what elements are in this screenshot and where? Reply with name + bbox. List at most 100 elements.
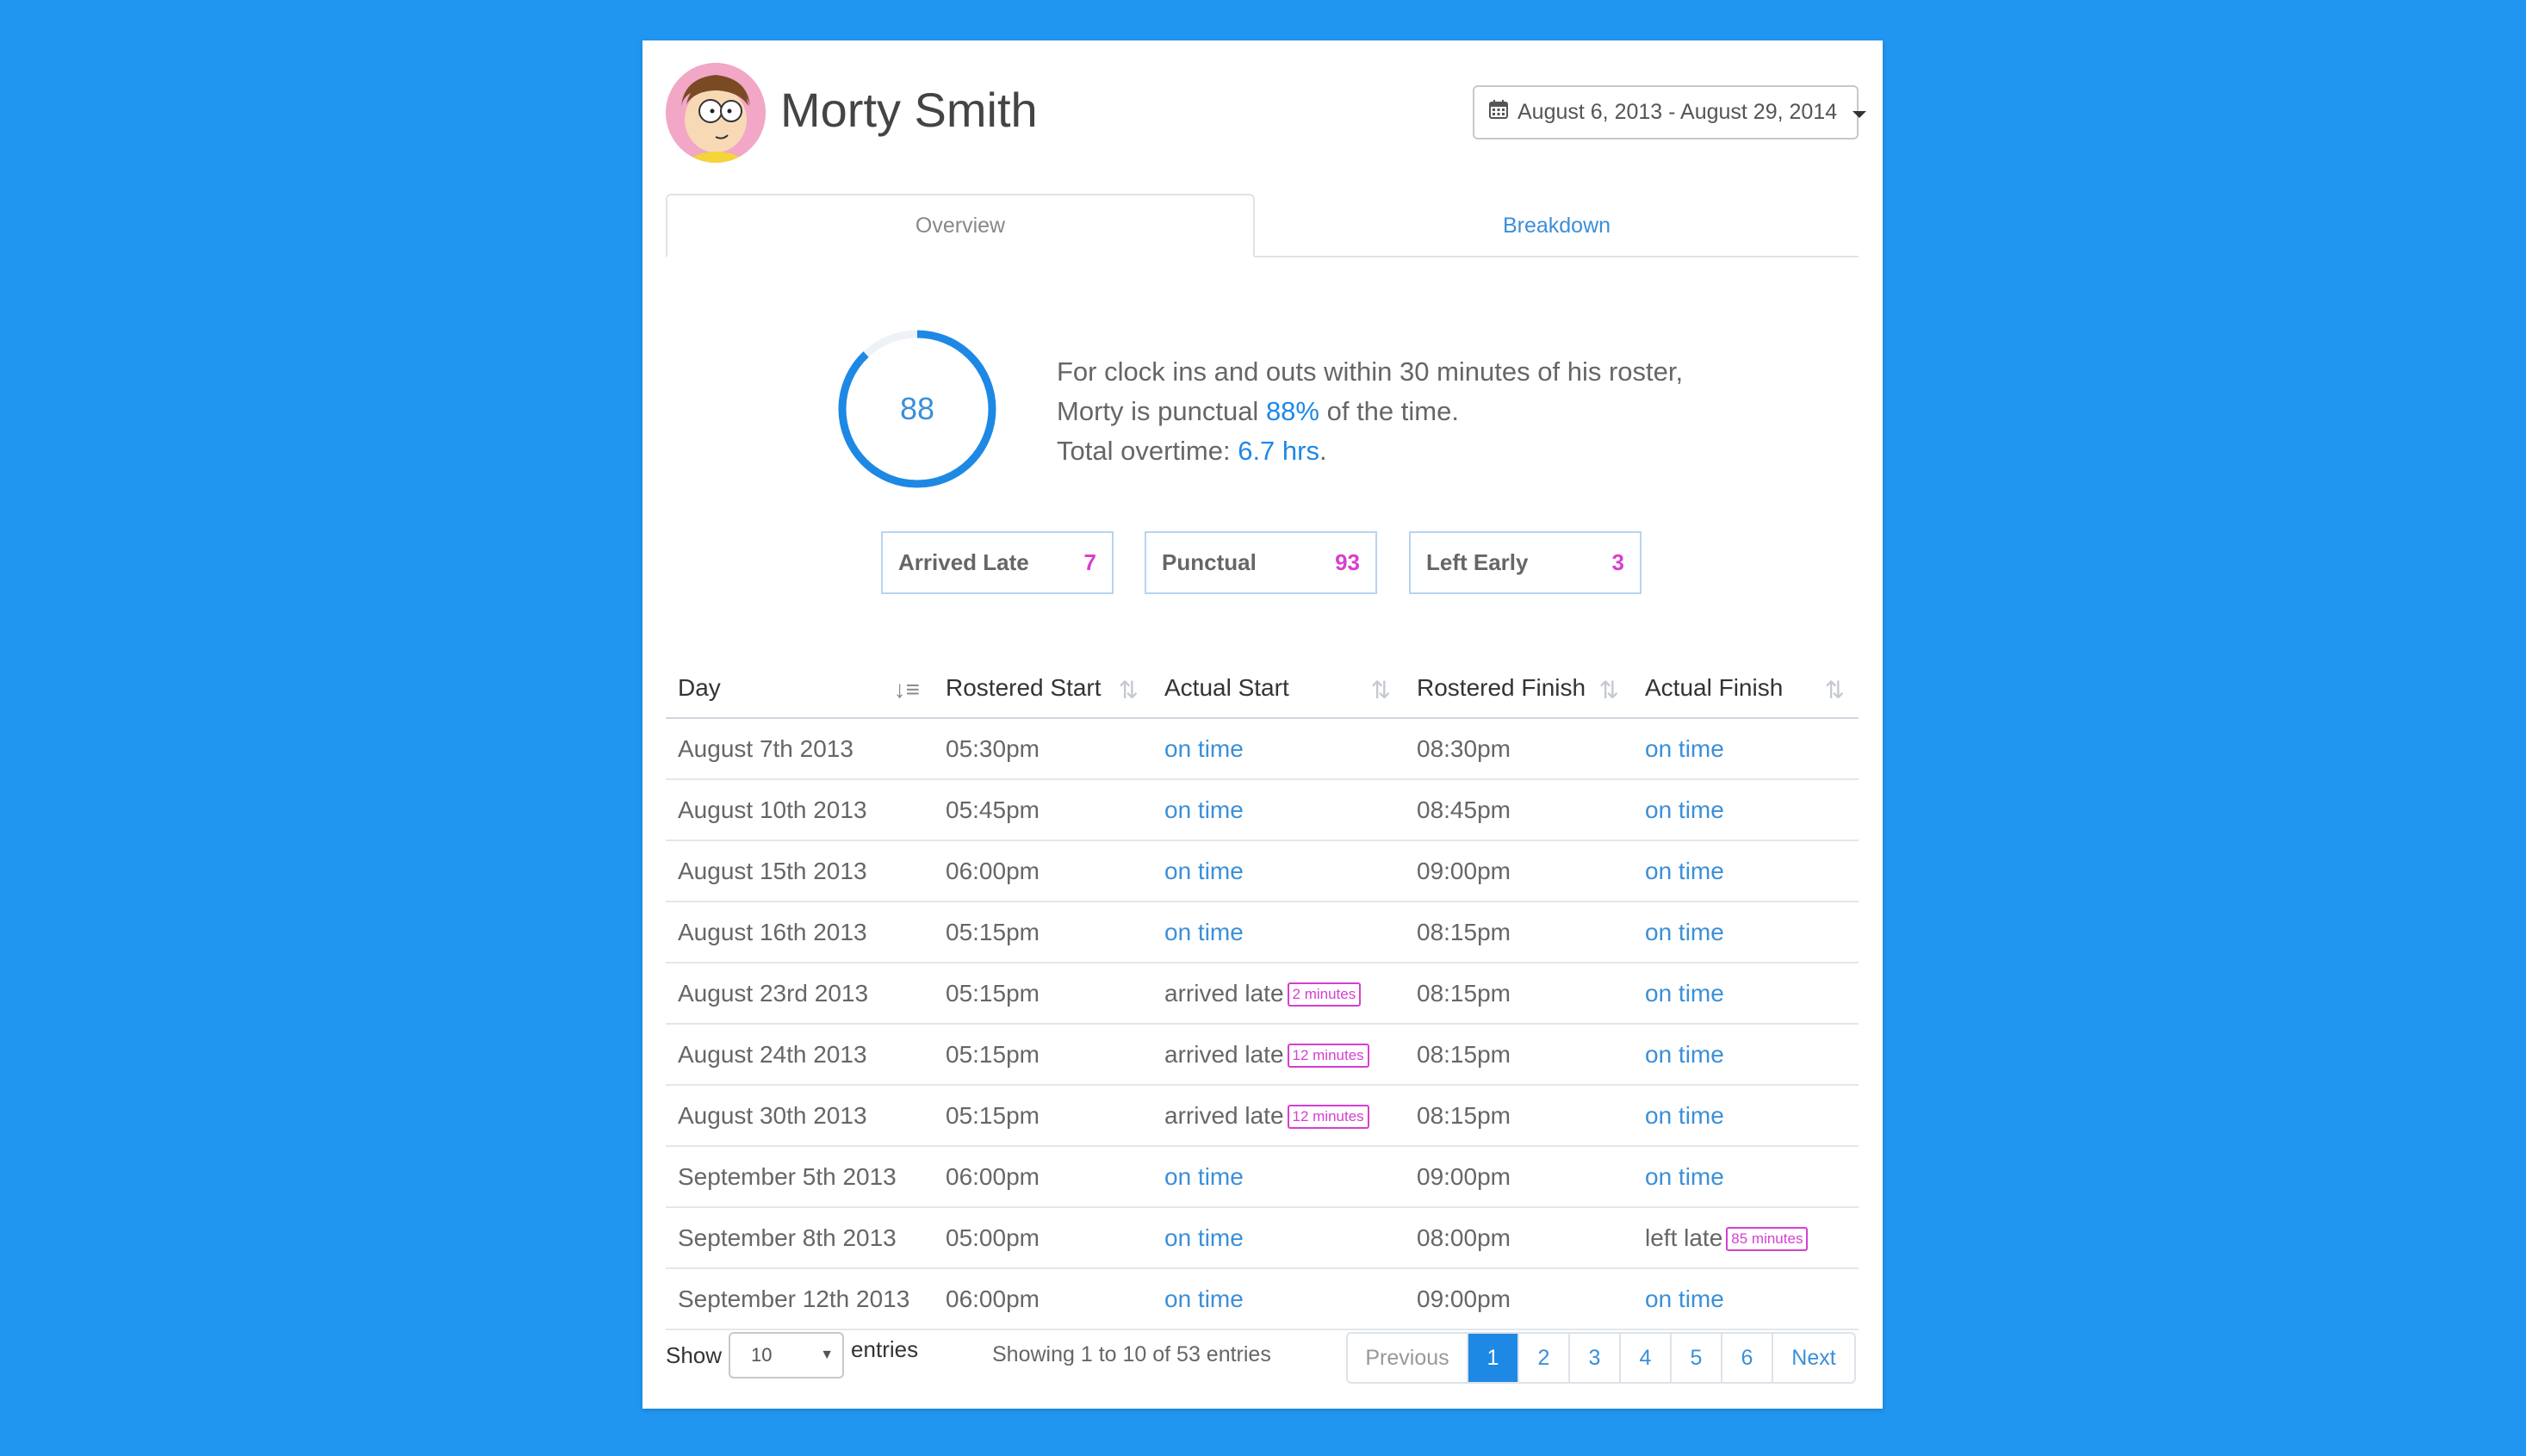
table-row: September 5th 2013 06:00pm on time 09:00pm o… <box>666 1146 1859 1208</box>
pagination-previous[interactable]: Previous <box>1348 1334 1467 1382</box>
page-size-control: Show 10 ▼ entries <box>666 1332 918 1379</box>
cell-rostered-start: 05:15pm <box>934 901 1152 963</box>
cell-day: August 15th 2013 <box>666 840 934 902</box>
table-row: August 23rd 2013 05:15pm arrived late 2 min… <box>666 963 1859 1025</box>
cell-actual-finish: on time <box>1633 1024 1859 1086</box>
sort-icon: ⇅ <box>1118 677 1139 703</box>
stat-arrived-late[interactable]: Arrived Late 7 <box>881 531 1114 594</box>
cell-actual-finish: on time <box>1633 779 1859 841</box>
column-header-rostered-finish[interactable]: Rostered Finish ⇅ <box>1405 659 1633 719</box>
avatar <box>666 63 766 163</box>
cell-actual-start: on time <box>1152 1146 1405 1208</box>
cell-day: September 8th 2013 <box>666 1207 934 1269</box>
cell-actual-finish: on time <box>1633 1268 1859 1330</box>
cell-rostered-start: 06:00pm <box>934 1268 1152 1330</box>
cell-rostered-finish: 08:30pm <box>1405 718 1633 780</box>
table-row: August 24th 2013 05:15pm arrived late 12 mi… <box>666 1024 1859 1086</box>
cell-actual-finish: on time <box>1633 1085 1859 1147</box>
page-button[interactable]: 2 <box>1517 1334 1568 1382</box>
summary-line-2: Morty is punctual 88% of the time. <box>1057 396 1459 426</box>
column-header-day[interactable]: Day ↓≡ <box>666 659 934 719</box>
stat-count: 7 <box>1083 549 1096 575</box>
date-range-label: August 6, 2013 - August 29, 2014 <box>1517 100 1838 124</box>
stat-count: 3 <box>1611 549 1624 575</box>
report-card: Morty Smith August 6, 2013 - August 29, … <box>642 40 1883 1409</box>
page-button[interactable]: 4 <box>1619 1334 1670 1382</box>
cell-rostered-start: 05:30pm <box>934 718 1152 780</box>
cell-day: August 23rd 2013 <box>666 963 934 1025</box>
table-row: August 15th 2013 06:00pm on time 09:00pm on … <box>666 840 1859 902</box>
calendar-icon <box>1488 99 1509 126</box>
cell-rostered-start: 06:00pm <box>934 840 1152 902</box>
table-row: September 8th 2013 05:00pm on time 08:00pm l… <box>666 1207 1859 1269</box>
summary-line-1: For clock ins and outs within 30 minutes… <box>1057 356 1684 387</box>
cell-day: August 7th 2013 <box>666 718 934 780</box>
cell-rostered-finish: 09:00pm <box>1405 1268 1633 1330</box>
page-button[interactable]: 6 <box>1721 1334 1772 1382</box>
page-button[interactable]: 1 <box>1467 1334 1517 1382</box>
cell-actual-start: arrived late 12 minutes <box>1152 1024 1405 1086</box>
duration-badge: 12 minutes <box>1287 1044 1369 1069</box>
cell-actual-finish: on time <box>1633 840 1859 902</box>
cell-rostered-start: 05:00pm <box>934 1207 1152 1269</box>
column-header-rostered-start[interactable]: Rostered Start ⇅ <box>934 659 1152 719</box>
table-header-row: Day ↓≡ Rostered Start ⇅ Actual Start ⇅ Rost… <box>666 659 1859 719</box>
tab-overview[interactable]: Overview <box>666 194 1255 257</box>
cell-rostered-finish: 08:15pm <box>1405 963 1633 1025</box>
column-header-actual-start[interactable]: Actual Start ⇅ <box>1152 659 1405 719</box>
gauge-value: 88 <box>899 391 935 426</box>
cell-actual-finish: on time <box>1633 901 1859 963</box>
page-size-select[interactable]: 10 ▼ <box>729 1332 845 1379</box>
page-button[interactable]: 3 <box>1568 1334 1619 1382</box>
cell-day: August 16th 2013 <box>666 901 934 963</box>
show-label: Show <box>666 1341 723 1368</box>
cell-rostered-start: 05:15pm <box>934 1085 1152 1147</box>
stat-left-early[interactable]: Left Early 3 <box>1409 531 1642 594</box>
date-range-picker[interactable]: August 6, 2013 - August 29, 2014 <box>1473 85 1867 139</box>
sort-icon: ⇅ <box>1598 677 1619 703</box>
cell-rostered-finish: 08:15pm <box>1405 1024 1633 1086</box>
overtime-value: 6.7 hrs <box>1238 436 1319 466</box>
cell-rostered-finish: 09:00pm <box>1405 1146 1633 1208</box>
sort-amount-icon: ↓≡ <box>893 676 920 703</box>
duration-badge: 12 minutes <box>1287 1105 1369 1130</box>
cell-actual-finish: on time <box>1633 1146 1859 1208</box>
pagination-next[interactable]: Next <box>1772 1334 1854 1382</box>
cell-day: August 10th 2013 <box>666 779 934 841</box>
table-row: August 30th 2013 05:15pm arrived late 12 mi… <box>666 1085 1859 1147</box>
cell-actual-start: on time <box>1152 840 1405 902</box>
table-info: Showing 1 to 10 of 53 entries <box>992 1342 1271 1366</box>
user-name: Morty Smith <box>780 83 1038 137</box>
cell-actual-start: on time <box>1152 901 1405 963</box>
cell-rostered-finish: 08:45pm <box>1405 779 1633 841</box>
cell-day: August 24th 2013 <box>666 1024 934 1086</box>
cell-day: September 5th 2013 <box>666 1146 934 1208</box>
cell-rostered-finish: 08:15pm <box>1405 901 1633 963</box>
stat-punctual[interactable]: Punctual 93 <box>1145 531 1377 594</box>
punctuality-summary: For clock ins and outs within 30 minutes… <box>1057 352 1683 471</box>
table-row: August 10th 2013 05:45pm on time 08:45pm on … <box>666 779 1859 841</box>
cell-actual-start: on time <box>1152 718 1405 780</box>
cell-actual-finish: on time <box>1633 718 1859 780</box>
chevron-down-icon: ▼ <box>820 1348 835 1362</box>
cell-rostered-finish: 09:00pm <box>1405 840 1633 902</box>
summary-line-3: Total overtime: 6.7 hrs. <box>1057 436 1327 466</box>
pagination: Previous 1 2 3 4 5 6 Next <box>1346 1332 1856 1384</box>
cell-rostered-finish: 08:15pm <box>1405 1085 1633 1147</box>
page-button[interactable]: 5 <box>1670 1334 1721 1382</box>
caret-down-icon <box>1853 110 1867 118</box>
attendance-table: Day ↓≡ Rostered Start ⇅ Actual Start ⇅ Rost… <box>666 659 1859 1330</box>
column-header-actual-finish[interactable]: Actual Finish ⇅ <box>1633 659 1859 719</box>
cell-actual-finish: on time <box>1633 963 1859 1025</box>
cell-actual-finish: left late 85 minutes <box>1633 1207 1859 1269</box>
table-row: August 7th 2013 05:30pm on time 08:30pm on t… <box>666 718 1859 780</box>
cell-rostered-start: 05:45pm <box>934 779 1152 841</box>
cell-actual-start: on time <box>1152 1207 1405 1269</box>
tab-breakdown[interactable]: Breakdown <box>1255 194 1859 257</box>
cell-actual-start: on time <box>1152 1268 1405 1330</box>
cell-day: August 30th 2013 <box>666 1085 934 1147</box>
stat-count: 93 <box>1335 549 1360 575</box>
duration-badge: 85 minutes <box>1726 1227 1809 1252</box>
cell-rostered-finish: 08:00pm <box>1405 1207 1633 1269</box>
punctual-percent: 88% <box>1265 396 1319 426</box>
